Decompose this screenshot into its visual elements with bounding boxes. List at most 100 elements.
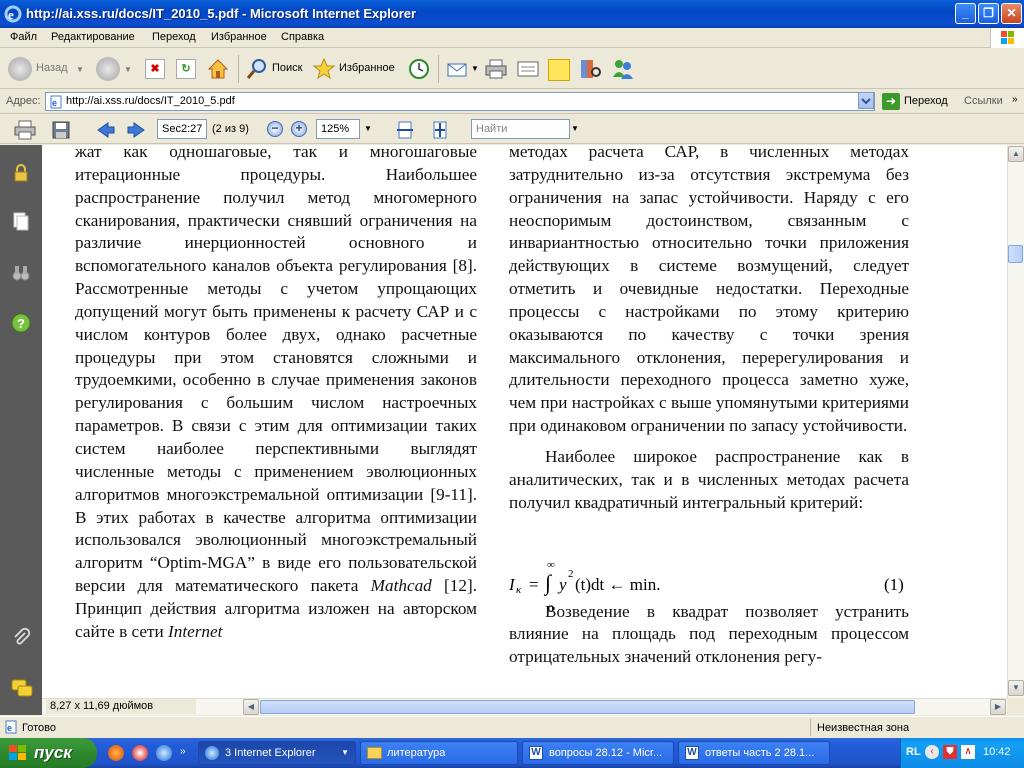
menu-edit[interactable]: Редактирование <box>51 31 135 43</box>
zoom-out-icon[interactable]: − <box>267 121 283 137</box>
equation-1: I к = ∞ ∫ 0 y 2 (t)dt ← min. (1) <box>509 559 909 621</box>
menu-help[interactable]: Справка <box>281 31 324 43</box>
svg-text:?: ? <box>17 316 25 331</box>
print-icon[interactable] <box>484 59 508 79</box>
task-label: 3 Internet Explorer <box>225 747 316 759</box>
right-column-paragraph-1: методах расчета САР, в численных методах… <box>509 145 909 436</box>
horizontal-scroll-thumb[interactable] <box>260 700 915 714</box>
favorites-star-icon[interactable] <box>312 57 336 81</box>
minimize-button[interactable]: _ <box>955 3 976 24</box>
forward-dropdown-icon[interactable]: ▼ <box>124 65 132 74</box>
tray-collapse-icon[interactable]: ‹ <box>925 745 939 759</box>
pages-icon[interactable] <box>11 211 31 231</box>
fit-page-icon[interactable] <box>430 120 450 140</box>
menu-favorites[interactable]: Избранное <box>211 31 267 43</box>
scroll-right-icon[interactable]: ▶ <box>990 699 1006 715</box>
internet-term: Internet <box>168 621 223 641</box>
home-icon[interactable] <box>206 57 230 81</box>
windows-flag-icon <box>990 28 1024 48</box>
page-size-label: 8,27 x 11,69 дюймов <box>46 699 196 714</box>
equation-number: (1) <box>884 575 904 594</box>
next-page-icon[interactable] <box>126 120 146 140</box>
page-status-icon: e <box>5 720 17 734</box>
system-tray: RL ‹ ⛊ ∧ 10:42 <box>900 738 1024 768</box>
security-alert-icon[interactable]: ⛊ <box>943 745 957 759</box>
ie-logo-icon: e <box>4 5 22 23</box>
history-icon[interactable] <box>406 57 432 81</box>
task-folder[interactable]: литература <box>360 741 518 765</box>
menu-file[interactable]: Файл <box>10 31 37 43</box>
svg-text:e: e <box>8 7 14 22</box>
task-internet-explorer[interactable]: 3 Internet Explorer ▼ <box>198 741 356 765</box>
ie-task-icon <box>205 746 219 760</box>
scroll-left-icon[interactable]: ◀ <box>243 699 259 715</box>
ie-quicklaunch-icon[interactable] <box>156 745 172 761</box>
back-arrow-icon[interactable] <box>8 57 32 81</box>
zoom-in-icon[interactable]: + <box>291 121 307 137</box>
clock: 10:42 <box>983 746 1011 758</box>
attachment-icon[interactable] <box>11 627 31 647</box>
zoom-dropdown-icon[interactable]: ▼ <box>364 124 372 133</box>
firefox-icon[interactable] <box>108 745 124 761</box>
search-button-label[interactable]: Поиск <box>272 62 302 74</box>
maximize-button[interactable]: ❐ <box>978 3 999 24</box>
favorites-button-label[interactable]: Избранное <box>339 62 395 74</box>
security-zone: Неизвестная зона <box>817 722 910 734</box>
binoculars-icon[interactable] <box>11 263 31 283</box>
left-column-paragraph: жат как одношаговые, так и многошаговые … <box>75 145 477 596</box>
task-word-document-2[interactable]: W ответы часть 2 28.1... <box>678 741 830 765</box>
address-input[interactable]: e http://ai.xss.ru/docs/IT_2010_5.pdf <box>45 92 875 111</box>
menu-go[interactable]: Переход <box>152 31 196 43</box>
status-text: Готово <box>22 722 56 734</box>
lock-icon[interactable] <box>11 163 31 183</box>
opera-icon[interactable] <box>132 745 148 761</box>
save-icon[interactable] <box>51 120 71 140</box>
research-icon[interactable] <box>578 57 602 81</box>
vertical-scrollbar[interactable]: ▲ ▼ <box>1007 145 1024 698</box>
mail-icon[interactable] <box>446 59 468 79</box>
language-indicator[interactable]: RL <box>906 746 921 758</box>
quicklaunch-chevron-icon[interactable]: » <box>180 746 186 757</box>
scroll-down-icon[interactable]: ▼ <box>1008 680 1024 696</box>
formula-power: 2 <box>568 568 574 580</box>
back-dropdown-icon[interactable]: ▼ <box>76 65 84 74</box>
messenger-icon[interactable] <box>610 57 636 81</box>
edit-icon[interactable] <box>516 59 540 79</box>
start-button[interactable]: пуск <box>0 738 97 768</box>
formula-equals: = <box>529 575 539 594</box>
task-word-document-1[interactable]: W вопросы 28.12 - Micr... <box>522 741 674 765</box>
page-number-input[interactable]: Sec2:27 <box>157 119 207 139</box>
comments-icon[interactable] <box>11 678 33 698</box>
stop-icon[interactable]: ✖ <box>145 59 165 79</box>
address-dropdown-icon[interactable] <box>858 92 874 109</box>
go-button-label[interactable]: Переход <box>904 95 948 107</box>
right-column-paragraph-2: Наиболее широкое распространение как в а… <box>509 446 909 512</box>
fit-width-icon[interactable] <box>395 120 415 140</box>
taskbar: пуск » 3 Internet Explorer ▼ литература … <box>0 738 1024 768</box>
address-bar: Адрес: e http://ai.xss.ru/docs/IT_2010_5… <box>0 90 1024 114</box>
zoom-level-input[interactable]: 125% <box>316 119 360 139</box>
antivirus-icon[interactable]: ∧ <box>961 745 975 759</box>
print-icon[interactable] <box>14 120 36 140</box>
back-button-label[interactable]: Назад <box>36 62 68 74</box>
mail-dropdown-icon[interactable]: ▼ <box>471 64 479 73</box>
go-arrow-icon[interactable]: ➜ <box>882 93 900 110</box>
scroll-up-icon[interactable]: ▲ <box>1008 146 1024 162</box>
help-icon[interactable]: ? <box>11 313 31 333</box>
links-chevron-icon[interactable]: » <box>1012 94 1018 105</box>
discuss-icon[interactable] <box>548 59 570 81</box>
menu-bar: Файл Редактирование Переход Избранное Сп… <box>0 28 1024 48</box>
find-input[interactable]: Найти <box>471 119 570 139</box>
close-button[interactable]: ✕ <box>1001 3 1022 24</box>
vertical-scroll-thumb[interactable] <box>1008 245 1023 263</box>
forward-arrow-icon[interactable] <box>96 57 120 81</box>
links-label[interactable]: Ссылки <box>964 95 1003 107</box>
refresh-icon[interactable]: ↻ <box>176 59 196 79</box>
windows-logo-icon <box>9 745 26 760</box>
search-icon[interactable] <box>245 57 269 81</box>
standard-toolbar: Назад ▼ ▼ ✖ ↻ Поиск Избранное ▼ <box>0 49 1024 89</box>
mathcad-term: Mathcad <box>370 576 432 596</box>
find-dropdown-icon[interactable]: ▼ <box>571 124 579 133</box>
pdf-document-area[interactable]: жат как одношаговые, так и многошаговые … <box>42 145 1007 698</box>
previous-page-icon[interactable] <box>96 120 116 140</box>
